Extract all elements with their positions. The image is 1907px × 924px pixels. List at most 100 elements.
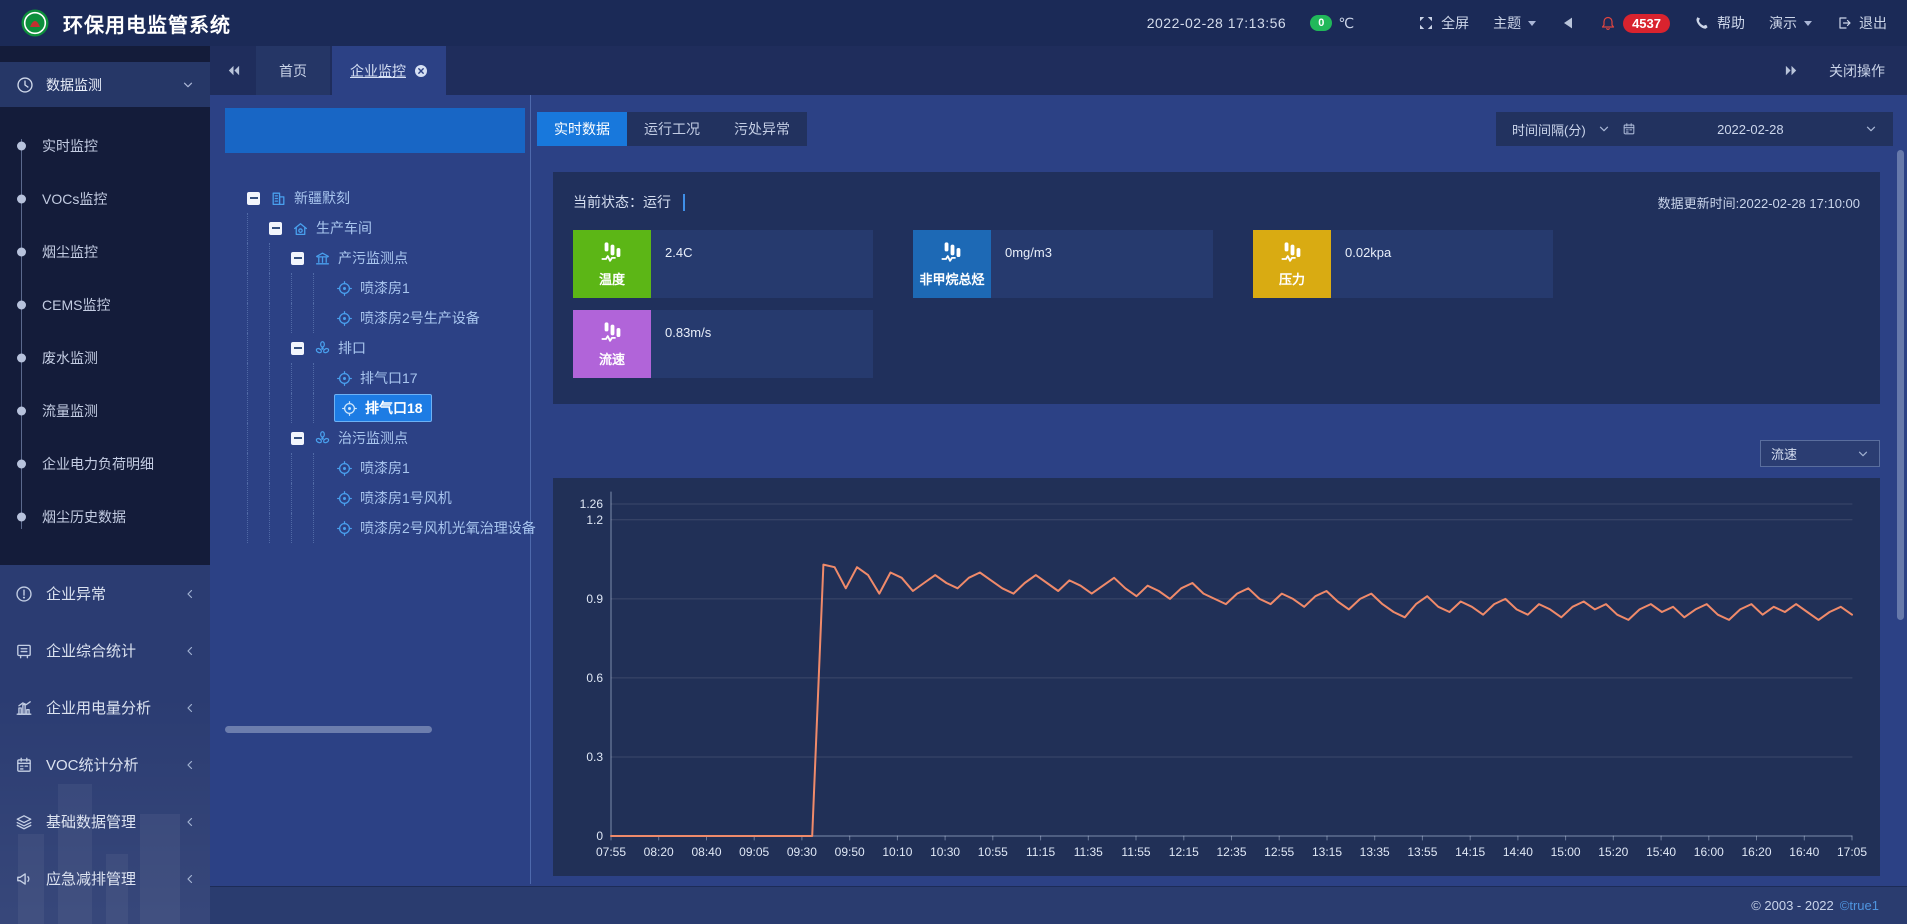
calendar-icon[interactable] [1622, 122, 1636, 136]
svg-text:10:55: 10:55 [978, 845, 1008, 859]
tree-node[interactable]: 喷漆房2号生产设备 [247, 303, 525, 333]
sidebar-item[interactable]: VOC统计分析 [0, 736, 210, 793]
series-select[interactable]: 流速 [1760, 440, 1880, 467]
main-area: 新疆默刻生产车间产污监测点喷漆房1 喷漆房2号生产设备排口排气口17 排气口18 治污… [210, 95, 1907, 886]
tree-node-content[interactable]: 治污监测点 [312, 425, 416, 451]
sidebar-subitem[interactable]: 企业电力负荷明细 [0, 437, 210, 490]
metric-name: 非甲烷总烃 [919, 269, 984, 288]
tree-collapse-toggle[interactable] [247, 192, 260, 205]
sidebar-subitem[interactable]: VOCs监控 [0, 172, 210, 225]
date-picker[interactable]: 2022-02-28 [1717, 122, 1784, 137]
brand-link[interactable]: ©true1 [1840, 898, 1879, 913]
status-cursor [683, 194, 685, 211]
tree-horizontal-scrollbar[interactable] [225, 726, 432, 733]
sidebar-subitem[interactable]: 流量监测 [0, 384, 210, 437]
footer: © 2003 - 2022 ©true1 [210, 886, 1907, 924]
vertical-scrollbar[interactable] [1897, 150, 1904, 620]
demo-menu[interactable]: 演示 [1769, 13, 1812, 33]
content-panel: 实时数据 运行工况 污处异常 时间间隔(分) 2022-02-28 [537, 95, 1893, 886]
tree-indent-guide [247, 483, 269, 513]
board-icon [15, 642, 33, 660]
tree-node-selected[interactable]: 排气口18 [334, 394, 432, 422]
header-datetime: 2022-02-28 17:13:56 [1147, 15, 1287, 31]
tree-node[interactable]: 排口 [247, 333, 525, 363]
sidebar-subitem[interactable]: 烟尘监控 [0, 225, 210, 278]
tree-node[interactable]: 排气口17 [247, 363, 525, 393]
tree-indent-guide [269, 423, 291, 453]
tree-node[interactable]: 喷漆房1号风机 [247, 483, 525, 513]
tree-node[interactable]: 喷漆房1 [247, 453, 525, 483]
tree-node[interactable]: 排气口18 [247, 393, 525, 423]
sidebar-item[interactable]: 企业异常 [0, 565, 210, 622]
tree-node[interactable]: 喷漆房1 [247, 273, 525, 303]
close-icon[interactable] [414, 64, 428, 78]
tree-node-label: 喷漆房2号风机光氧治理设备 [360, 518, 536, 538]
sidebar-expanded-group: 数据监测 实时监控VOCs监控烟尘监控CEMS监控废水监测流量监测企业电力负荷明… [0, 46, 210, 565]
tree-collapse-toggle[interactable] [291, 342, 304, 355]
sidebar-item-data-monitoring[interactable]: 数据监测 [0, 62, 210, 107]
help-button[interactable]: 帮助 [1694, 13, 1745, 33]
tab-realtime-data[interactable]: 实时数据 [537, 112, 627, 146]
tree-indent-guide [291, 393, 313, 423]
tree-indent-guide [269, 483, 291, 513]
flow-rate-chart-panel: 00.30.60.91.21.2607:5508:2008:4009:0509:… [553, 478, 1880, 876]
tree-node-content[interactable]: 排气口17 [334, 365, 426, 391]
tree-collapse-toggle[interactable] [291, 432, 304, 445]
tree-node[interactable]: 治污监测点 [247, 423, 525, 453]
sidebar-item[interactable]: 日志查看 [0, 907, 210, 924]
sidebar-subitem[interactable]: CEMS监控 [0, 278, 210, 331]
app-title: 环保用电监管系统 [63, 9, 231, 38]
window-tab-home[interactable]: 首页 [256, 46, 330, 95]
tree-node-content[interactable]: 喷漆房2号生产设备 [334, 305, 488, 331]
alarm-indicator[interactable]: 4537 [1600, 14, 1670, 33]
sidebar-subitem[interactable]: 实时监控 [0, 119, 210, 172]
window-tab-enterprise-monitor[interactable]: 企业监控 [332, 46, 446, 95]
tree-node[interactable]: 喷漆房2号风机光氧治理设备 [247, 513, 525, 543]
tree-node[interactable]: 新疆默刻 [247, 183, 525, 213]
fullscreen-icon [1418, 15, 1434, 31]
bell-icon [1600, 15, 1616, 31]
svg-text:16:00: 16:00 [1694, 845, 1724, 859]
tree-node-label: 喷漆房2号生产设备 [360, 308, 480, 328]
fan-icon [314, 430, 331, 447]
svg-text:16:40: 16:40 [1789, 845, 1819, 859]
tree-node-content[interactable]: 新疆默刻 [268, 185, 358, 211]
tree-node-content[interactable]: 喷漆房2号风机光氧治理设备 [334, 515, 544, 541]
window-tab-strip: 首页 企业监控 关闭操作 [210, 46, 1907, 95]
interval-select[interactable]: 时间间隔(分) [1512, 120, 1586, 139]
tree-node-content[interactable]: 喷漆房1 [334, 275, 418, 301]
sidebar-subitem[interactable]: 废水监测 [0, 331, 210, 384]
sidebar-item[interactable]: 企业用电量分析 [0, 679, 210, 736]
tree-node-content[interactable]: 喷漆房1 [334, 455, 418, 481]
fullscreen-button[interactable]: 全屏 [1418, 13, 1469, 33]
sidebar-item[interactable]: 应急减排管理 [0, 850, 210, 907]
tab-pollution-abnormal[interactable]: 污处异常 [717, 112, 807, 146]
tree-node-content[interactable]: 排口 [312, 335, 374, 361]
close-operations-button[interactable]: 关闭操作 [1829, 61, 1885, 81]
tabs-scroll-left-button[interactable] [210, 46, 256, 95]
mute-button[interactable] [1560, 15, 1576, 31]
tree-node[interactable]: 生产车间 [247, 213, 525, 243]
tree-panel-header[interactable] [225, 108, 525, 153]
theme-menu[interactable]: 主题 [1493, 13, 1536, 33]
tab-operating-condition[interactable]: 运行工况 [627, 112, 717, 146]
tree-collapse-toggle[interactable] [269, 222, 282, 235]
tree-node-content[interactable]: 喷漆房1号风机 [334, 485, 460, 511]
metric-icon-box: 非甲烷总烃 [913, 230, 991, 298]
chevron-down-icon[interactable] [1598, 123, 1610, 135]
copyright-text: © 2003 - 2022 [1751, 898, 1834, 913]
sidebar-item[interactable]: 基础数据管理 [0, 793, 210, 850]
chevron-left-icon [184, 816, 196, 828]
tree-node[interactable]: 产污监测点 [247, 243, 525, 273]
chevron-left-icon [184, 588, 196, 600]
chevron-down-icon[interactable] [1865, 123, 1877, 135]
tree-collapse-toggle[interactable] [291, 252, 304, 265]
svg-text:14:15: 14:15 [1455, 845, 1485, 859]
series-select-value: 流速 [1771, 444, 1797, 463]
sidebar-item[interactable]: 企业综合统计 [0, 622, 210, 679]
tabs-scroll-right-button[interactable] [1784, 63, 1799, 78]
tree-node-content[interactable]: 产污监测点 [312, 245, 416, 271]
logout-button[interactable]: 退出 [1836, 13, 1887, 33]
sidebar-subitem[interactable]: 烟尘历史数据 [0, 490, 210, 543]
tree-node-content[interactable]: 生产车间 [290, 215, 380, 241]
